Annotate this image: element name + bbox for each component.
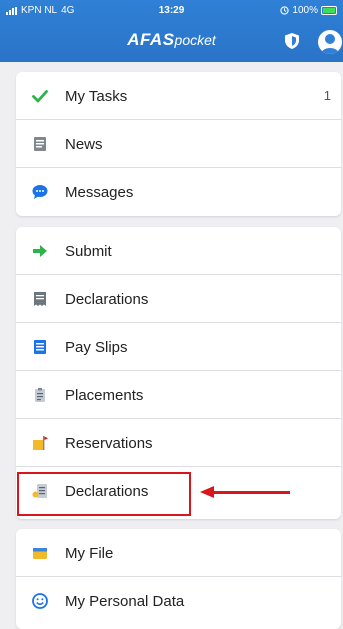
battery-icon: [321, 6, 337, 15]
menu-item-my-personal-data[interactable]: My Personal Data: [16, 577, 341, 625]
menu-item-pay-slips[interactable]: Pay Slips: [16, 323, 341, 371]
flag-icon: [33, 436, 48, 450]
menu-item-label: Declarations: [65, 291, 149, 308]
menu-item-label: News: [65, 136, 103, 153]
task-count-badge: 1: [323, 88, 331, 103]
annotation-arrow-shaft: [212, 491, 290, 494]
menu-item-my-file[interactable]: My File: [16, 529, 341, 577]
app-name-bold: AFAS: [127, 30, 175, 49]
arrow-right-icon: [33, 245, 47, 257]
shield-icon[interactable]: [284, 32, 300, 50]
menu-item-declarations[interactable]: Declarations: [16, 275, 341, 323]
check-icon: [32, 90, 48, 103]
menu-group-3: My File My Personal Data: [16, 529, 341, 629]
news-icon: [34, 137, 46, 151]
menu-item-label: Placements: [65, 387, 144, 404]
battery-percent: 100%: [292, 5, 318, 16]
menu-item-placements[interactable]: Placements: [16, 371, 341, 419]
menu-item-label: My File: [65, 545, 114, 562]
smiley-icon: [32, 593, 48, 609]
document-icon: [34, 340, 46, 354]
receipt-icon: [34, 292, 46, 306]
menu-item-reservations[interactable]: Reservations: [16, 419, 341, 467]
menu-item-messages[interactable]: Messages: [16, 168, 341, 216]
status-bar: KPN NL 4G 13:29 100%: [0, 0, 343, 20]
alarm-icon: [280, 6, 290, 15]
chat-bubble-icon: [32, 185, 48, 199]
status-right: 100%: [280, 5, 337, 16]
menu-item-label: Submit: [65, 243, 112, 260]
highlight-box: [17, 472, 191, 516]
menu-item-label: My Personal Data: [65, 593, 185, 610]
annotation-arrow-icon: [200, 486, 214, 498]
folder-icon: [33, 548, 47, 559]
app-name-light: pocket: [174, 32, 216, 48]
clipboard-icon: [35, 388, 45, 402]
menu-item-submit[interactable]: Submit: [16, 227, 341, 275]
menu-item-label: Pay Slips: [65, 339, 128, 356]
menu-item-my-tasks[interactable]: My Tasks 1: [16, 72, 341, 120]
app-header: KPN NL 4G 13:29 100% AFASpocket: [0, 0, 343, 62]
menu-item-label: My Tasks: [65, 88, 128, 105]
avatar-icon[interactable]: [318, 30, 342, 54]
menu-item-label: Reservations: [65, 435, 153, 452]
menu-item-news[interactable]: News: [16, 120, 341, 168]
menu-item-label: Messages: [65, 184, 134, 201]
person-icon: [321, 34, 339, 54]
menu-group-1: My Tasks 1 News Messages: [16, 72, 341, 216]
